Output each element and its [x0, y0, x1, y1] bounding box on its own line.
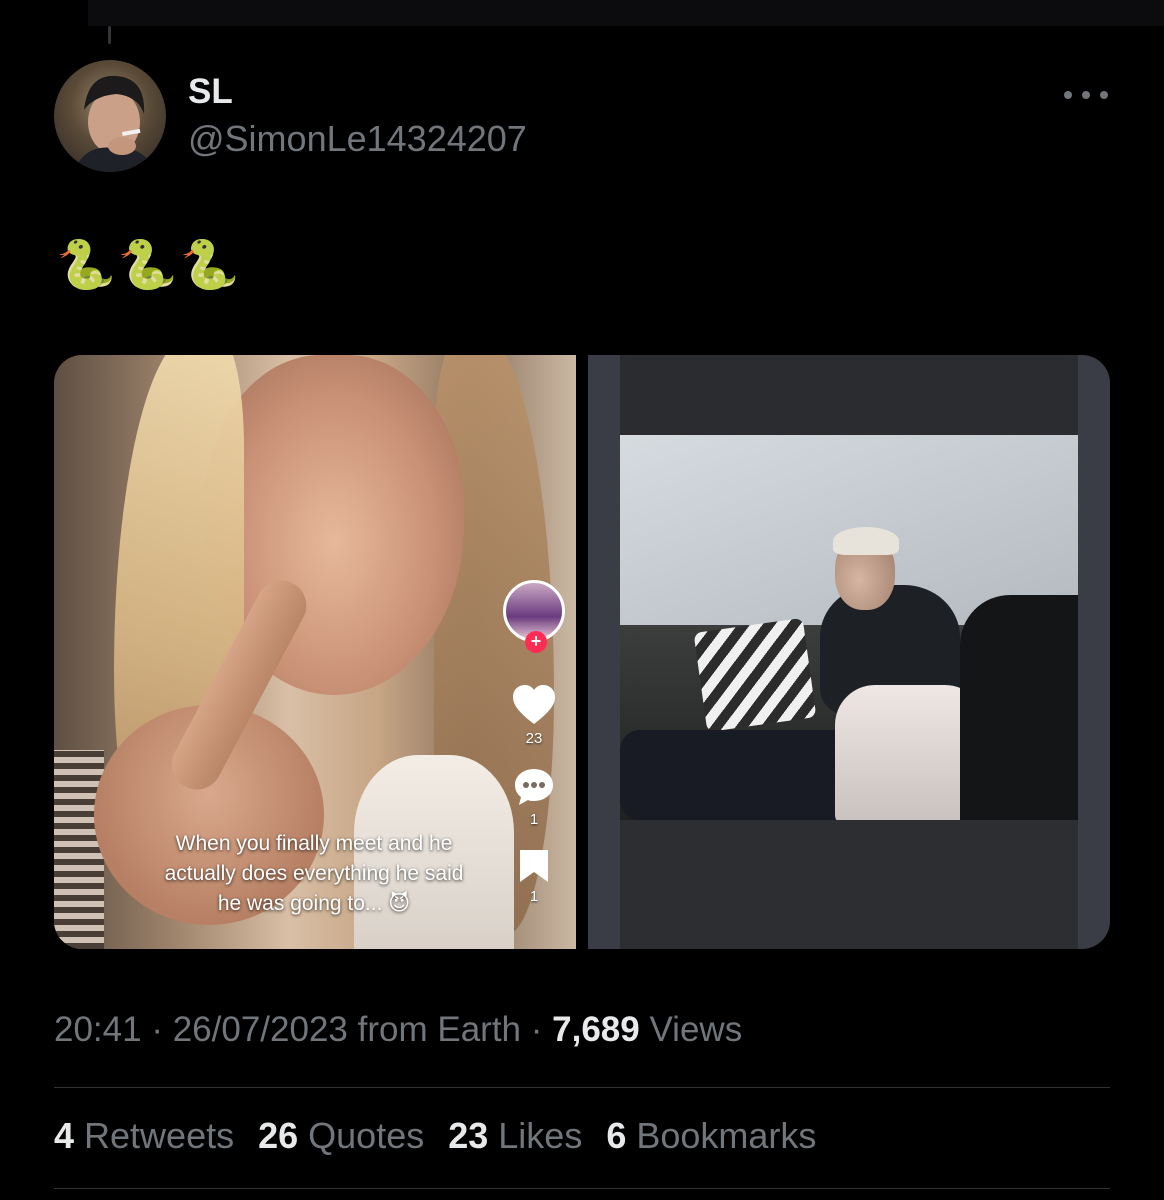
bookmark-icon [518, 848, 550, 884]
top-bar [88, 0, 1164, 26]
tiktok-bookmark-count: 1 [529, 888, 539, 905]
tweet-text: 🐍🐍🐍 [56, 239, 242, 292]
heart-icon [511, 684, 557, 726]
comment-icon [513, 767, 555, 807]
meta-separator: · [530, 1010, 553, 1049]
author-handle[interactable]: @SimonLe14324207 [188, 118, 527, 160]
tweet-source: from Earth [357, 1010, 522, 1049]
stat-likes[interactable]: 23 Likes [448, 1115, 582, 1157]
image-dark-cushion [960, 595, 1078, 820]
image-bottom-border [620, 820, 1078, 949]
author-avatar[interactable] [54, 60, 166, 172]
views-label: Views [649, 1010, 743, 1049]
tiktok-caption: When you finally meet and he actually do… [164, 832, 464, 915]
thread-line [108, 26, 111, 44]
tiktok-creator-avatar: + [503, 580, 565, 653]
more-options-icon[interactable] [1064, 86, 1108, 104]
image-photo-frame [620, 355, 1078, 949]
stat-bookmarks[interactable]: 6 Bookmarks [606, 1115, 816, 1157]
tweet-date[interactable]: 26/07/2023 [173, 1010, 348, 1049]
media-image-left[interactable]: When you finally meet and he actually do… [54, 355, 576, 949]
image-person-hair [833, 527, 899, 555]
stat-retweets[interactable]: 4 Retweets [54, 1115, 234, 1157]
avatar-image [74, 75, 154, 172]
plus-icon: + [525, 631, 547, 653]
tiktok-sidebar: + 23 1 1 [494, 580, 574, 905]
image-patterned-pillow [693, 617, 817, 733]
media-grid: When you finally meet and he actually do… [54, 355, 1110, 949]
tiktok-comment-count: 1 [529, 811, 539, 828]
views-count: 7,689 [552, 1010, 640, 1049]
media-image-right[interactable] [588, 355, 1110, 949]
meta-separator: · [151, 1010, 173, 1049]
stat-quotes[interactable]: 26 Quotes [258, 1115, 424, 1157]
image-person-legs [620, 730, 860, 820]
image-pillow [54, 750, 104, 949]
tiktok-like-count: 23 [525, 730, 543, 747]
tweet-time[interactable]: 20:41 [54, 1010, 142, 1049]
tweet-meta: 20:41 · 26/07/2023 from Earth · 7,689 Vi… [54, 1010, 742, 1050]
author-display-name[interactable]: SL [188, 72, 233, 112]
divider [54, 1087, 1110, 1088]
divider [54, 1188, 1110, 1189]
engagement-stats: 4 Retweets 26 Quotes 23 Likes 6 Bookmarks [54, 1115, 816, 1157]
